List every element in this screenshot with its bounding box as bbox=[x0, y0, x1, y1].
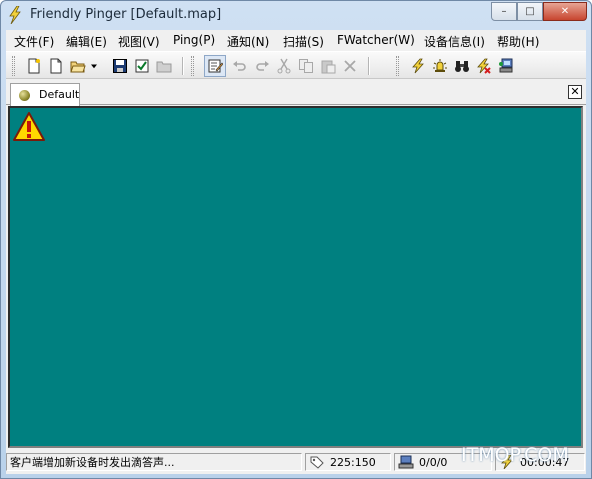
status-message: 客户端增加新设备时发出滴答声... bbox=[6, 453, 302, 471]
stop-ping-button[interactable] bbox=[474, 56, 494, 76]
checklist-icon bbox=[135, 59, 149, 73]
lightning-app-icon bbox=[9, 6, 21, 24]
copy-icon bbox=[299, 59, 313, 73]
menu-notify[interactable]: 通知(N) bbox=[227, 33, 269, 50]
save-button[interactable] bbox=[110, 56, 130, 76]
new-map-button[interactable] bbox=[24, 56, 44, 76]
undo-icon bbox=[233, 61, 246, 71]
folder-button[interactable] bbox=[154, 56, 174, 76]
tab-label: Default bbox=[39, 88, 80, 101]
toolbar-separator bbox=[182, 57, 184, 75]
copy-button[interactable] bbox=[296, 56, 316, 76]
toolbar-separator bbox=[368, 57, 370, 75]
close-tab-button[interactable]: ✕ bbox=[568, 85, 582, 99]
tag-icon bbox=[310, 456, 324, 469]
minimize-button[interactable]: – bbox=[491, 2, 517, 21]
maximize-button[interactable]: □ bbox=[517, 2, 543, 21]
open-folder-icon bbox=[70, 61, 86, 73]
toolbar-grip[interactable] bbox=[396, 56, 399, 76]
save-icon bbox=[113, 59, 127, 73]
window-title: Friendly Pinger [Default.map] bbox=[30, 7, 222, 22]
menu-fwatcher[interactable]: FWatcher(W) bbox=[337, 33, 415, 47]
coordinates-text: 225:150 bbox=[330, 455, 376, 469]
caption-buttons: – □ ✕ bbox=[491, 2, 587, 21]
cut-icon bbox=[277, 58, 291, 74]
tab-bar: Default ✕ bbox=[6, 81, 586, 106]
network-map-canvas[interactable] bbox=[8, 106, 583, 448]
device-settings-button[interactable] bbox=[496, 56, 516, 76]
checklist-button[interactable] bbox=[132, 56, 152, 76]
warning-icon[interactable] bbox=[13, 111, 45, 143]
menu-view[interactable]: 视图(V) bbox=[118, 33, 160, 50]
title-bar[interactable]: Friendly Pinger [Default.map] – □ ✕ bbox=[1, 1, 591, 29]
redo-icon bbox=[256, 61, 269, 71]
toolbar-grip[interactable] bbox=[12, 56, 15, 76]
paste-icon bbox=[321, 60, 336, 74]
ping-lightning-icon bbox=[412, 58, 424, 74]
toolbar bbox=[6, 51, 586, 79]
menu-help[interactable]: 帮助(H) bbox=[497, 33, 539, 50]
toolbar-grip[interactable] bbox=[191, 56, 194, 76]
folder-disabled-icon bbox=[156, 61, 172, 73]
tab-default[interactable]: Default bbox=[10, 83, 80, 106]
binoculars-icon bbox=[455, 61, 469, 72]
computer-icon bbox=[398, 455, 414, 469]
delete-icon bbox=[344, 60, 356, 72]
redo-button[interactable] bbox=[252, 56, 272, 76]
open-dropdown-button[interactable] bbox=[88, 56, 100, 76]
alarm-button[interactable] bbox=[430, 56, 450, 76]
paste-button[interactable] bbox=[318, 56, 338, 76]
menu-file[interactable]: 文件(F) bbox=[14, 33, 54, 50]
computer-settings-icon bbox=[499, 58, 513, 73]
dropdown-arrow-icon bbox=[91, 64, 97, 69]
edit-mode-button[interactable] bbox=[204, 55, 226, 77]
new-map-icon bbox=[28, 58, 40, 74]
stop-ping-icon bbox=[477, 58, 491, 74]
client-area: 文件(F) 编辑(E) 视图(V) Ping(P) 通知(N) 扫描(S) FW… bbox=[6, 30, 586, 474]
ping-button[interactable] bbox=[408, 56, 428, 76]
new-document-button[interactable] bbox=[46, 56, 66, 76]
map-status-dot-icon bbox=[19, 90, 30, 101]
menu-device-info[interactable]: 设备信息(I) bbox=[424, 33, 485, 50]
watermark: ITMOP.COM bbox=[461, 444, 569, 466]
menu-bar: 文件(F) 编辑(E) 视图(V) Ping(P) 通知(N) 扫描(S) FW… bbox=[6, 30, 586, 50]
counts-text: 0/0/0 bbox=[419, 455, 448, 469]
alarm-icon bbox=[433, 59, 447, 72]
undo-button[interactable] bbox=[230, 56, 250, 76]
new-document-icon bbox=[50, 58, 62, 74]
open-button[interactable] bbox=[68, 56, 88, 76]
application-window: Friendly Pinger [Default.map] – □ ✕ 文件(F… bbox=[0, 0, 592, 479]
edit-mode-icon bbox=[208, 59, 223, 73]
cut-button[interactable] bbox=[274, 56, 294, 76]
menu-scan[interactable]: 扫描(S) bbox=[283, 33, 324, 50]
menu-ping[interactable]: Ping(P) bbox=[173, 33, 215, 47]
delete-button[interactable] bbox=[340, 56, 360, 76]
menu-edit[interactable]: 编辑(E) bbox=[66, 33, 107, 50]
status-coordinates: 225:150 bbox=[305, 453, 391, 471]
scan-button[interactable] bbox=[452, 56, 472, 76]
status-message-text: 客户端增加新设备时发出滴答声... bbox=[10, 456, 175, 469]
close-button[interactable]: ✕ bbox=[543, 2, 587, 21]
